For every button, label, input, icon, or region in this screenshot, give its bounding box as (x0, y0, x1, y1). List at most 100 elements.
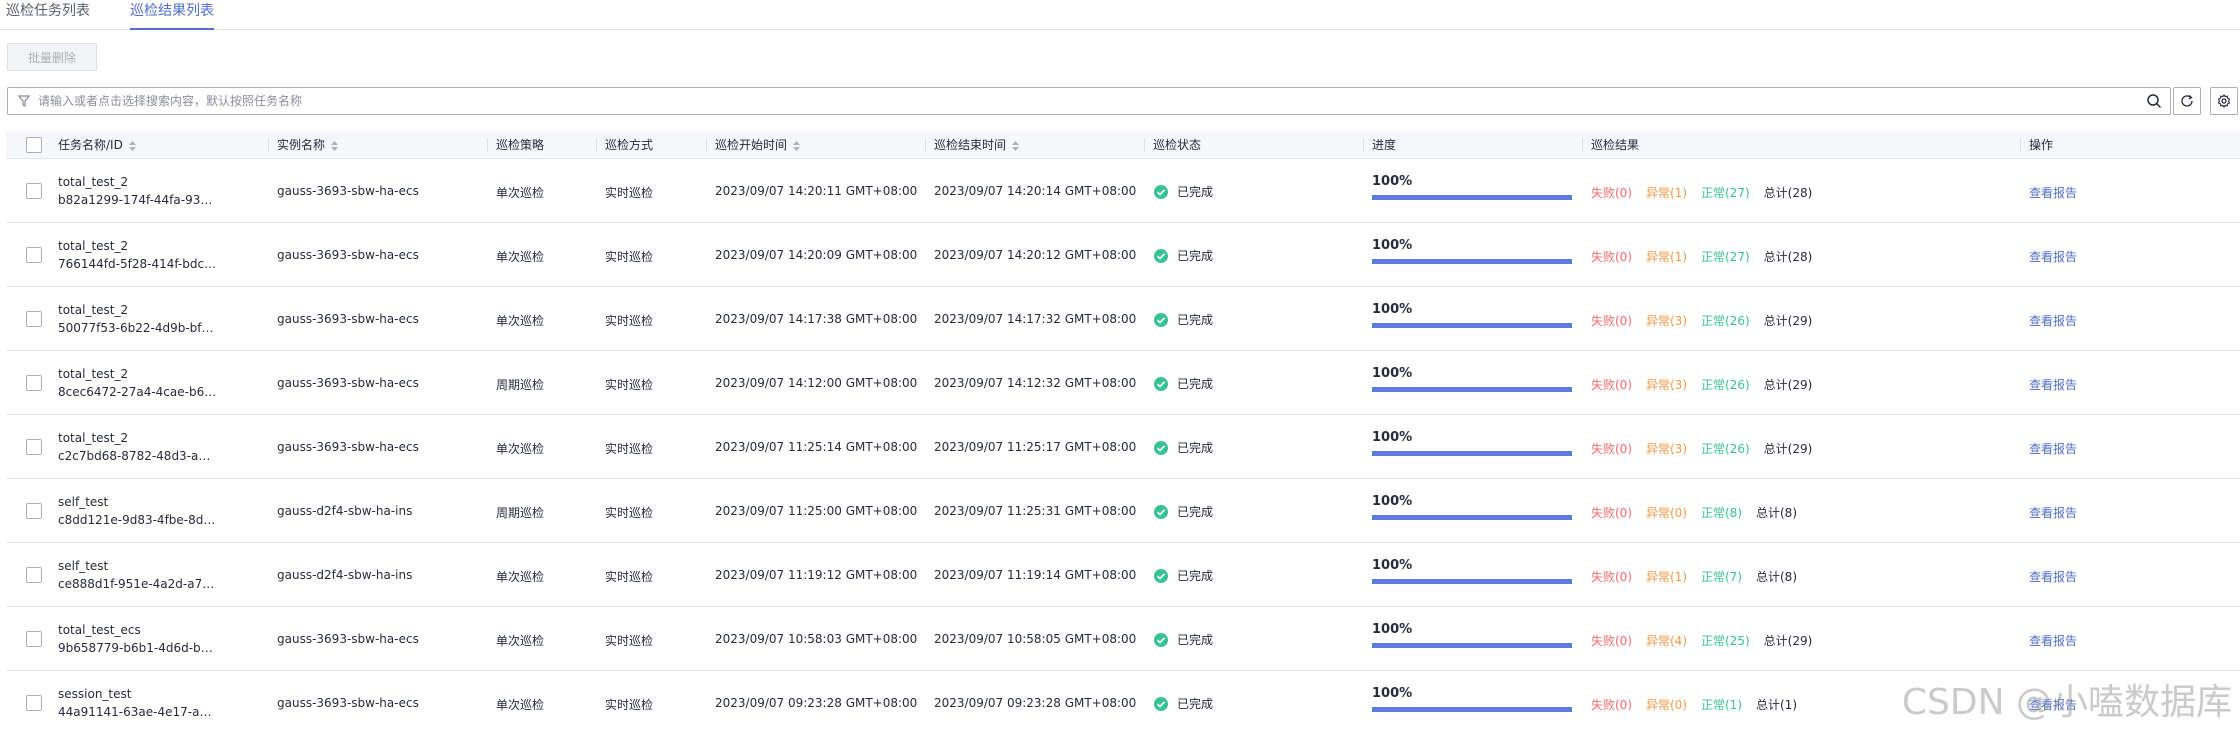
result-warn: 异常(1) (1646, 570, 1687, 584)
inspection-policy: 单次巡检 (496, 698, 545, 712)
search-icon[interactable] (2146, 93, 2162, 109)
status-text: 已完成 (1177, 185, 1214, 199)
row-checkbox[interactable] (26, 567, 42, 583)
inspection-policy: 单次巡检 (496, 186, 545, 200)
sort-icon[interactable] (331, 140, 339, 151)
result-total: 总计(1) (1756, 698, 1797, 712)
tab-result-list[interactable]: 巡检结果列表 (130, 0, 214, 30)
column-divider (706, 138, 707, 152)
progress-text: 100% (1372, 558, 1413, 573)
result-total: 总计(29) (1763, 634, 1813, 648)
task-name: session_test (58, 687, 132, 701)
result-warn: 异常(0) (1646, 506, 1687, 520)
result-total: 总计(29) (1763, 442, 1813, 456)
start-time: 2023/09/07 14:20:09 GMT+08:00 (715, 248, 918, 262)
status-badge: 已完成 (1153, 375, 1213, 392)
col-header-start[interactable]: 巡检开始时间 (715, 131, 801, 159)
col-header-end[interactable]: 巡检结束时间 (934, 131, 1020, 159)
result-total: 总计(28) (1763, 250, 1813, 264)
view-report-link[interactable]: 查看报告 (2029, 568, 2077, 585)
column-divider (268, 138, 269, 152)
view-report-link[interactable]: 查看报告 (2029, 376, 2077, 393)
status-badge: 已完成 (1153, 247, 1213, 264)
start-time: 2023/09/07 10:58:03 GMT+08:00 (715, 632, 918, 646)
inspection-result: 失败(0) 异常(0) 正常(8) 总计(8) (1591, 504, 1797, 521)
view-report-link[interactable]: 查看报告 (2029, 312, 2077, 329)
row-checkbox[interactable] (26, 183, 42, 199)
result-warn: 异常(3) (1646, 314, 1687, 328)
progress-bar (1372, 451, 1572, 456)
inspection-mode: 实时巡检 (605, 570, 654, 584)
end-time: 2023/09/07 10:58:05 GMT+08:00 (934, 632, 1137, 646)
refresh-button[interactable] (2173, 87, 2201, 115)
sort-icon[interactable] (128, 140, 136, 151)
progress-fill (1372, 451, 1572, 456)
start-time: 2023/09/07 11:25:00 GMT+08:00 (715, 504, 918, 518)
sort-icon[interactable] (793, 140, 801, 151)
instance-name: gauss-3693-sbw-ha-ecs (277, 440, 419, 454)
check-circle-icon (1154, 312, 1168, 327)
task-name: total_test_2 (58, 175, 129, 189)
task-id: ce888d1f-951e-4a2d-a740-d630f4a… (58, 577, 218, 591)
result-normal: 正常(27) (1701, 186, 1750, 200)
end-time: 2023/09/07 14:17:32 GMT+08:00 (934, 312, 1137, 326)
tab-task-list[interactable]: 巡检任务列表 (6, 0, 90, 30)
row-checkbox[interactable] (26, 631, 42, 647)
end-time: 2023/09/07 11:19:14 GMT+08:00 (934, 568, 1137, 582)
end-time: 2023/09/07 09:23:28 GMT+08:00 (934, 696, 1137, 710)
row-checkbox[interactable] (26, 503, 42, 519)
result-normal: 正常(26) (1701, 378, 1750, 392)
progress-fill (1372, 387, 1572, 392)
result-fail: 失败(0) (1591, 250, 1632, 264)
status-badge: 已完成 (1153, 631, 1213, 648)
inspection-policy: 单次巡检 (496, 634, 545, 648)
result-table: 任务名称/ID 实例名称 巡检策略 巡检方式 巡检开始时间 巡检结束时间 巡检状… (6, 131, 2240, 734)
gear-icon (2217, 94, 2231, 108)
view-report-link[interactable]: 查看报告 (2029, 632, 2077, 649)
progress-fill (1372, 323, 1572, 328)
status-badge: 已完成 (1153, 311, 1213, 328)
task-id: b82a1299-174f-44fa-93db-4f2971b… (58, 193, 218, 207)
col-header-status: 巡检状态 (1153, 138, 1202, 152)
view-report-link[interactable]: 查看报告 (2029, 440, 2077, 457)
task-id: 50077f53-6b22-4d9b-bf56-85389a… (58, 321, 218, 335)
start-time: 2023/09/07 14:20:11 GMT+08:00 (715, 184, 918, 198)
search-input[interactable] (38, 91, 2118, 111)
view-report-link[interactable]: 查看报告 (2029, 504, 2077, 521)
inspection-result: 失败(0) 异常(0) 正常(1) 总计(1) (1591, 696, 1797, 713)
progress-bar (1372, 579, 1572, 584)
filter-icon (18, 95, 30, 107)
table-row: total_test_ecs 9b658779-b6b1-4d6d-b766-43… (6, 607, 2240, 671)
result-normal: 正常(8) (1701, 506, 1742, 520)
row-checkbox[interactable] (26, 695, 42, 711)
task-id: c2c7bd68-8782-48d3-a792-0d5426… (58, 449, 218, 463)
task-name: total_test_2 (58, 239, 129, 253)
table-row: self_test ce888d1f-951e-4a2d-a740-d630f4a… (6, 543, 2240, 607)
col-header-name[interactable]: 任务名称/ID (58, 131, 136, 159)
column-divider (1582, 138, 1583, 152)
row-checkbox[interactable] (26, 311, 42, 327)
row-checkbox[interactable] (26, 439, 42, 455)
status-text: 已完成 (1177, 249, 1214, 263)
result-fail: 失败(0) (1591, 570, 1632, 584)
progress-bar (1372, 387, 1572, 392)
sort-icon[interactable] (1012, 140, 1020, 151)
batch-delete-button[interactable]: 批量删除 (7, 43, 97, 71)
task-name: total_test_ecs (58, 623, 141, 637)
select-all-checkbox[interactable] (26, 137, 42, 153)
progress-text: 100% (1372, 430, 1413, 445)
settings-button[interactable] (2210, 87, 2238, 115)
col-header-mode: 巡检方式 (605, 138, 654, 152)
task-name: total_test_2 (58, 303, 129, 317)
col-header-instance[interactable]: 实例名称 (277, 131, 339, 159)
inspection-policy: 单次巡检 (496, 250, 545, 264)
result-fail: 失败(0) (1591, 634, 1632, 648)
row-checkbox[interactable] (26, 375, 42, 391)
end-time: 2023/09/07 11:25:31 GMT+08:00 (934, 504, 1137, 518)
table-row: total_test_2 c2c7bd68-8782-48d3-a792-0d54… (6, 415, 2240, 479)
inspection-mode: 实时巡检 (605, 698, 654, 712)
status-text: 已完成 (1177, 505, 1214, 519)
row-checkbox[interactable] (26, 247, 42, 263)
view-report-link[interactable]: 查看报告 (2029, 184, 2077, 201)
view-report-link[interactable]: 查看报告 (2029, 248, 2077, 265)
